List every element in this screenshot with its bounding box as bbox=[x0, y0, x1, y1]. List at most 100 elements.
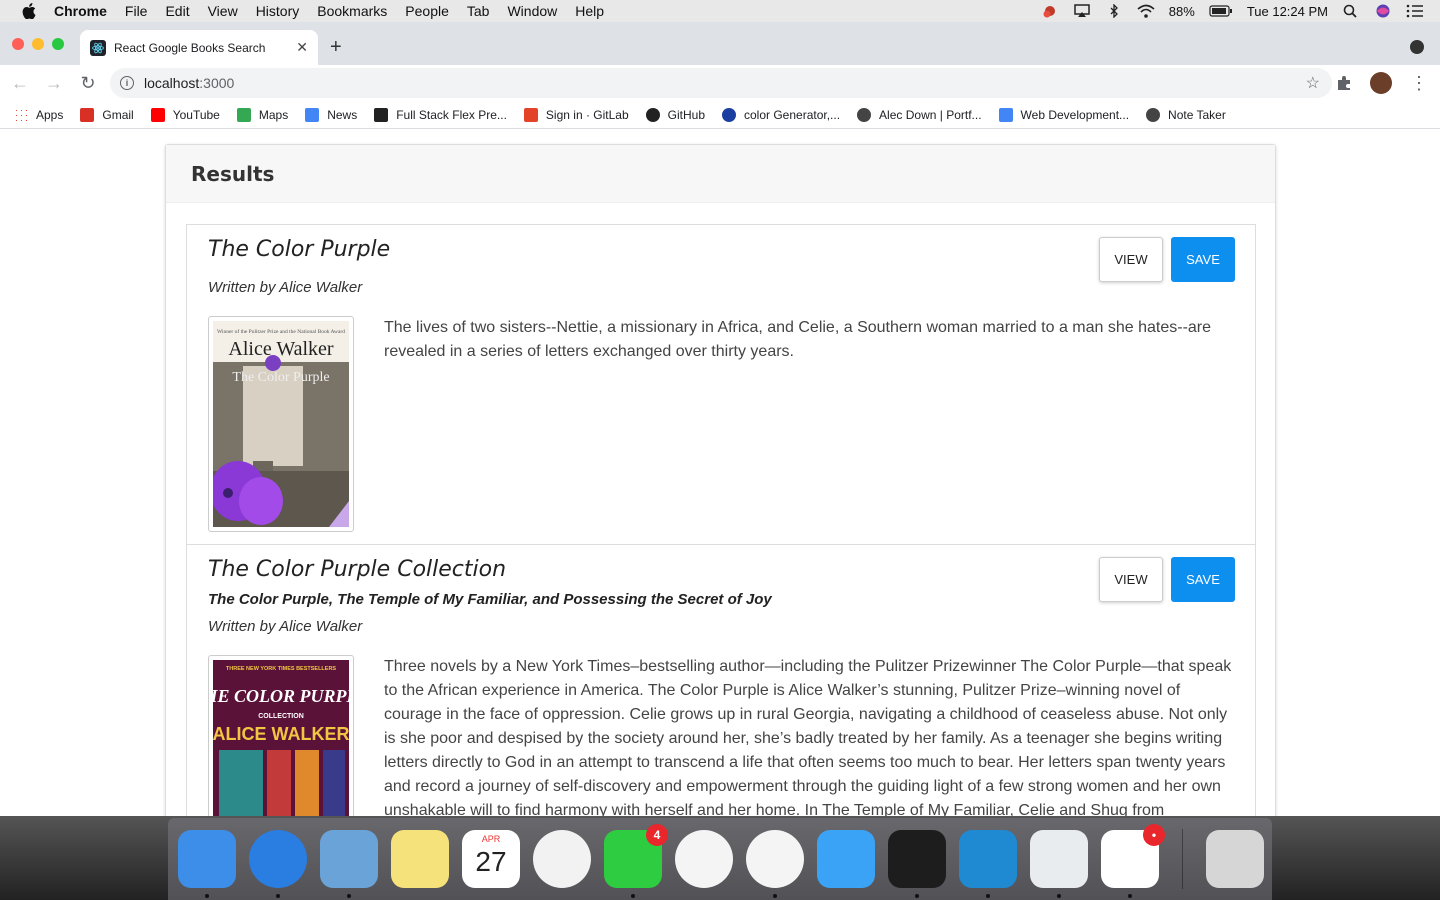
clock[interactable]: Tue 12:24 PM bbox=[1247, 4, 1328, 19]
save-button[interactable]: SAVE bbox=[1171, 237, 1235, 282]
github-icon bbox=[645, 107, 660, 122]
book-cover: Winner of the Pulitzer Prize and the Nat… bbox=[208, 316, 354, 532]
book-subtitle: The Color Purple, The Temple of My Famil… bbox=[208, 591, 772, 608]
wifi-icon[interactable] bbox=[1137, 4, 1155, 18]
forward-arrow-icon[interactable]: → bbox=[40, 69, 68, 97]
extensions-puzzle-icon[interactable] bbox=[1336, 75, 1352, 91]
view-button[interactable]: VIEW bbox=[1099, 557, 1163, 602]
menu-view[interactable]: View bbox=[208, 3, 238, 19]
cover-image: Winner of the Pulitzer Prize and the Nat… bbox=[210, 321, 349, 527]
window-controls bbox=[12, 38, 64, 50]
safari-icon[interactable] bbox=[249, 830, 307, 898]
finder-icon[interactable] bbox=[178, 830, 236, 898]
running-indicator bbox=[1057, 894, 1061, 898]
notification-badge: 4 bbox=[646, 824, 668, 846]
profile-avatar[interactable] bbox=[1370, 72, 1392, 94]
running-indicator bbox=[773, 894, 777, 898]
terminal-icon[interactable] bbox=[888, 830, 946, 898]
minimize-window-button[interactable] bbox=[32, 38, 44, 50]
bookmark-label: YouTube bbox=[172, 107, 220, 122]
bookmark-item[interactable]: News bbox=[305, 107, 357, 122]
site-info-icon[interactable]: i bbox=[120, 76, 134, 90]
bookmark-label: Note Taker bbox=[1168, 107, 1226, 122]
bookmarks-bar: Apps Gmail YouTube Maps News Full Stack Flex … bbox=[0, 101, 1440, 129]
bookmark-item[interactable]: Apps bbox=[14, 107, 64, 122]
cover-title-text: The Color Purple bbox=[232, 370, 329, 385]
close-window-button[interactable] bbox=[12, 38, 24, 50]
cover-author-text: ALICE WALKER bbox=[213, 724, 349, 744]
tab-search-icon[interactable] bbox=[1410, 40, 1424, 54]
notification-center-icon[interactable] bbox=[1406, 4, 1424, 18]
itunes-icon[interactable] bbox=[675, 830, 733, 888]
menu-people[interactable]: People bbox=[405, 3, 449, 19]
menu-app-name[interactable]: Chrome bbox=[54, 3, 107, 19]
menu-history[interactable]: History bbox=[256, 3, 300, 19]
color-icon bbox=[722, 107, 736, 122]
reload-icon[interactable]: ↻ bbox=[74, 69, 102, 97]
tab-active[interactable]: React Google Books Search ✕ bbox=[80, 30, 318, 65]
book-author: Written by Alice Walker bbox=[208, 618, 363, 635]
save-button[interactable]: SAVE bbox=[1171, 557, 1235, 602]
back-arrow-icon[interactable]: ← bbox=[6, 69, 34, 97]
bookmark-item[interactable]: Full Stack Flex Pre... bbox=[374, 107, 507, 122]
results-list: The Color Purple Written by Alice Walker… bbox=[186, 224, 1256, 816]
maps-app-icon[interactable] bbox=[1030, 830, 1088, 898]
bluetooth-icon[interactable] bbox=[1105, 4, 1123, 18]
menu-tab[interactable]: Tab bbox=[467, 3, 490, 19]
slack-icon[interactable]: • bbox=[1101, 824, 1165, 898]
bookmark-label: Alec Down | Portf... bbox=[879, 107, 982, 122]
cover-bestseller-text: THREE NEW YORK TIMES BESTSELLERS bbox=[226, 666, 337, 672]
chrome-menu-icon[interactable]: ⋮ bbox=[1410, 73, 1428, 94]
zoom-window-button[interactable] bbox=[52, 38, 64, 50]
menu-edit[interactable]: Edit bbox=[165, 3, 189, 19]
messages-icon[interactable] bbox=[817, 830, 875, 888]
apps-grid-icon bbox=[14, 107, 28, 122]
new-tab-icon[interactable]: + bbox=[330, 36, 342, 59]
creative-cloud-icon[interactable] bbox=[1041, 4, 1059, 18]
book-actions: VIEW SAVE bbox=[1099, 557, 1235, 602]
address-bar[interactable]: i localhost:3000 ☆ bbox=[110, 68, 1332, 98]
menu-help[interactable]: Help bbox=[575, 3, 604, 19]
bookmark-star-icon[interactable]: ☆ bbox=[1306, 73, 1320, 93]
battery-icon[interactable] bbox=[1209, 4, 1233, 18]
bookmark-item[interactable]: Gmail bbox=[80, 107, 134, 122]
bookmark-item[interactable]: Note Taker bbox=[1146, 107, 1226, 122]
notes-icon[interactable] bbox=[391, 830, 449, 888]
url-port: :3000 bbox=[199, 75, 235, 91]
bookmark-label: Sign in · GitLab bbox=[545, 107, 629, 122]
toolbar-actions: ⋮ bbox=[1336, 72, 1428, 94]
close-tab-icon[interactable]: ✕ bbox=[296, 39, 308, 56]
menu-file[interactable]: File bbox=[125, 3, 148, 19]
bookmark-item[interactable]: Alec Down | Portf... bbox=[857, 107, 982, 122]
bookmark-item[interactable]: Maps bbox=[236, 107, 288, 122]
bookmark-item[interactable]: GitHub bbox=[645, 107, 705, 122]
list-item: The Color Purple Collection The Color Pu… bbox=[187, 545, 1255, 816]
facetime-icon[interactable]: 4 bbox=[604, 824, 668, 898]
youtube-icon bbox=[150, 107, 165, 122]
vscode-icon[interactable] bbox=[959, 830, 1017, 898]
running-indicator bbox=[986, 894, 990, 898]
apple-icon[interactable] bbox=[22, 3, 36, 19]
airplay-icon[interactable] bbox=[1073, 4, 1091, 18]
bookmark-item[interactable]: color Generator,... bbox=[722, 107, 840, 122]
photos-icon[interactable] bbox=[533, 830, 591, 888]
mail-icon[interactable] bbox=[320, 830, 378, 898]
bookmark-item[interactable]: YouTube bbox=[150, 107, 220, 122]
spotlight-search-icon[interactable] bbox=[1342, 4, 1360, 18]
bookmark-item[interactable]: Sign in · GitLab bbox=[523, 107, 629, 122]
running-indicator bbox=[347, 894, 351, 898]
book-actions: VIEW SAVE bbox=[1099, 237, 1235, 282]
book-description: Three novels by a New York Times–bestsel… bbox=[384, 658, 1232, 816]
calendar-icon[interactable]: APR 27 bbox=[462, 830, 520, 888]
view-button[interactable]: VIEW bbox=[1099, 237, 1163, 282]
siri-icon[interactable] bbox=[1374, 4, 1392, 18]
book-title: The Color Purple bbox=[208, 237, 391, 262]
chrome-icon[interactable] bbox=[746, 830, 804, 898]
menu-bookmarks[interactable]: Bookmarks bbox=[317, 3, 387, 19]
news-icon bbox=[305, 107, 320, 122]
menu-window[interactable]: Window bbox=[507, 3, 557, 19]
trash-icon[interactable] bbox=[1206, 830, 1264, 888]
bookmark-label: Apps bbox=[36, 107, 64, 122]
bookmark-item[interactable]: Web Development... bbox=[998, 107, 1129, 122]
calendar-day: 27 bbox=[475, 846, 507, 877]
